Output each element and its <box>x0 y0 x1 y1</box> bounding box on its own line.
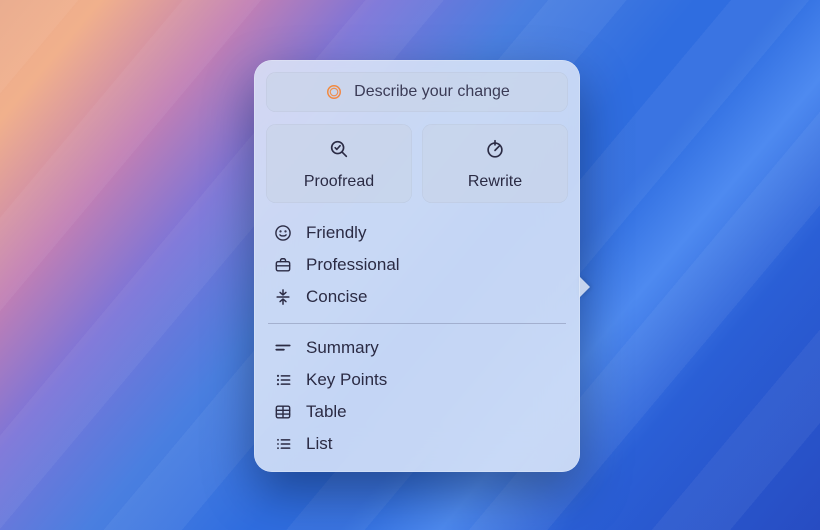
format-list[interactable]: List <box>270 428 564 460</box>
collapse-icon <box>272 286 294 308</box>
format-list-label: List <box>306 434 332 454</box>
magnifier-check-icon <box>328 138 350 165</box>
rewrite-button[interactable]: Rewrite <box>422 124 568 203</box>
briefcase-icon <box>272 254 294 276</box>
format-summary[interactable]: Summary <box>270 332 564 364</box>
rewrite-icon <box>484 138 506 165</box>
tone-concise[interactable]: Concise <box>270 281 564 313</box>
format-section: Summary Key Points <box>266 332 568 460</box>
describe-change-input[interactable]: Describe your change <box>266 72 568 112</box>
tone-professional-label: Professional <box>306 255 400 275</box>
tone-section: Friendly Professional <box>266 217 568 313</box>
rewrite-label: Rewrite <box>468 173 522 191</box>
primary-actions: Proofread Rewrite <box>266 124 568 203</box>
proofread-button[interactable]: Proofread <box>266 124 412 203</box>
apple-intelligence-icon <box>324 82 344 102</box>
bullet-list-icon <box>272 369 294 391</box>
proofread-label: Proofread <box>304 173 374 191</box>
format-keypoints-label: Key Points <box>306 370 387 390</box>
smile-icon <box>272 222 294 244</box>
divider <box>268 323 566 324</box>
format-table[interactable]: Table <box>270 396 564 428</box>
format-table-label: Table <box>306 402 347 422</box>
list-icon <box>272 433 294 455</box>
tone-friendly[interactable]: Friendly <box>270 217 564 249</box>
tone-concise-label: Concise <box>306 287 367 307</box>
tone-friendly-label: Friendly <box>306 223 366 243</box>
format-keypoints[interactable]: Key Points <box>270 364 564 396</box>
tone-professional[interactable]: Professional <box>270 249 564 281</box>
format-summary-label: Summary <box>306 338 379 358</box>
describe-change-placeholder: Describe your change <box>354 83 510 101</box>
writing-tools-popover: Describe your change Proofread <box>254 60 580 472</box>
summary-icon <box>272 337 294 359</box>
table-icon <box>272 401 294 423</box>
